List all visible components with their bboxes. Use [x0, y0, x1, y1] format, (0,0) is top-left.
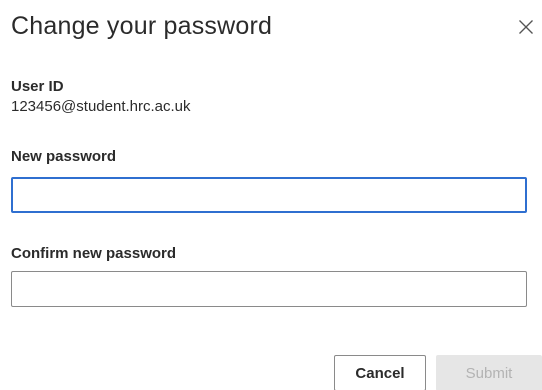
change-password-dialog: Change your password User ID 123456@stud…	[0, 0, 542, 390]
close-icon	[519, 20, 533, 34]
user-id-label: User ID	[11, 78, 64, 95]
dialog-title: Change your password	[11, 12, 273, 40]
close-button[interactable]	[515, 16, 537, 38]
new-password-label: New password	[11, 148, 117, 165]
user-id-value: 123456@student.hrc.ac.uk	[11, 98, 191, 115]
submit-button[interactable]: Submit	[436, 355, 542, 390]
confirm-password-input[interactable]	[11, 271, 527, 307]
cancel-button[interactable]: Cancel	[334, 355, 426, 390]
confirm-password-label: Confirm new password	[11, 245, 177, 262]
new-password-input[interactable]	[11, 177, 527, 213]
